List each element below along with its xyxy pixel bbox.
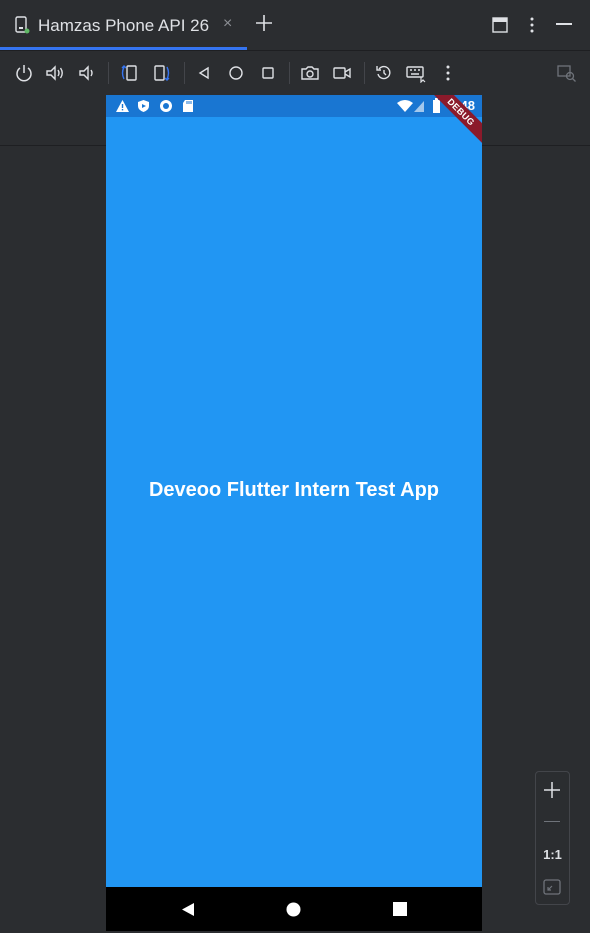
power-icon[interactable] [14, 63, 34, 83]
tab-bar: Hamzas Phone API 26 × [0, 0, 590, 51]
nav-back-icon[interactable] [181, 902, 195, 917]
signal-icon [414, 101, 424, 112]
toolbar-separator [108, 62, 109, 84]
back-icon[interactable] [194, 63, 214, 83]
device-tab[interactable]: Hamzas Phone API 26 × [0, 0, 247, 50]
zoom-fit-icon[interactable] [543, 879, 561, 895]
nav-home-icon[interactable] [286, 902, 301, 917]
rotate-left-icon[interactable] [119, 63, 139, 83]
overview-icon[interactable] [258, 63, 278, 83]
nav-overview-icon[interactable] [393, 902, 407, 916]
home-icon[interactable] [226, 63, 246, 83]
volume-down-icon[interactable] [77, 63, 97, 83]
more-vertical-icon[interactable] [523, 16, 541, 34]
toolbar-separator [364, 62, 365, 84]
close-icon[interactable]: × [223, 15, 232, 33]
app-title: Deveoo Flutter Intern Test App [148, 479, 440, 501]
rotate-right-icon[interactable] [152, 63, 172, 83]
zoom-in-icon[interactable] [542, 780, 562, 800]
android-nav-bar [106, 887, 482, 931]
tab-title: Hamzas Phone API 26 [38, 16, 210, 35]
camera-icon[interactable] [300, 63, 320, 83]
play-protect-icon [138, 100, 149, 112]
toolbar-separator [184, 62, 185, 84]
wifi-icon [397, 100, 413, 112]
status-bar: 4:48 [106, 95, 482, 117]
device-icon [15, 16, 30, 34]
zoom-out-icon[interactable] [544, 821, 560, 822]
zoom-actual-size-button[interactable]: 1:1 [536, 847, 569, 862]
toolbar-separator [289, 62, 290, 84]
volume-up-icon[interactable] [45, 63, 65, 83]
device-screen[interactable]: 4:48 DEBUG Deveoo Flutter Intern Test Ap… [106, 95, 482, 931]
layout-inspector-icon[interactable] [557, 63, 577, 83]
reset-icon[interactable] [374, 63, 394, 83]
record-icon[interactable] [332, 63, 352, 83]
zoom-controls: 1:1 [535, 771, 570, 905]
sd-card-icon [183, 100, 193, 112]
keyboard-icon[interactable] [406, 63, 426, 83]
warning-icon [116, 100, 129, 112]
more-vertical-icon[interactable] [438, 63, 458, 83]
window-restore-icon[interactable] [492, 17, 508, 33]
emulator-toolbar [0, 51, 590, 146]
add-tab-icon[interactable] [254, 13, 274, 33]
minimize-icon[interactable] [556, 23, 572, 25]
sync-icon [160, 100, 172, 112]
